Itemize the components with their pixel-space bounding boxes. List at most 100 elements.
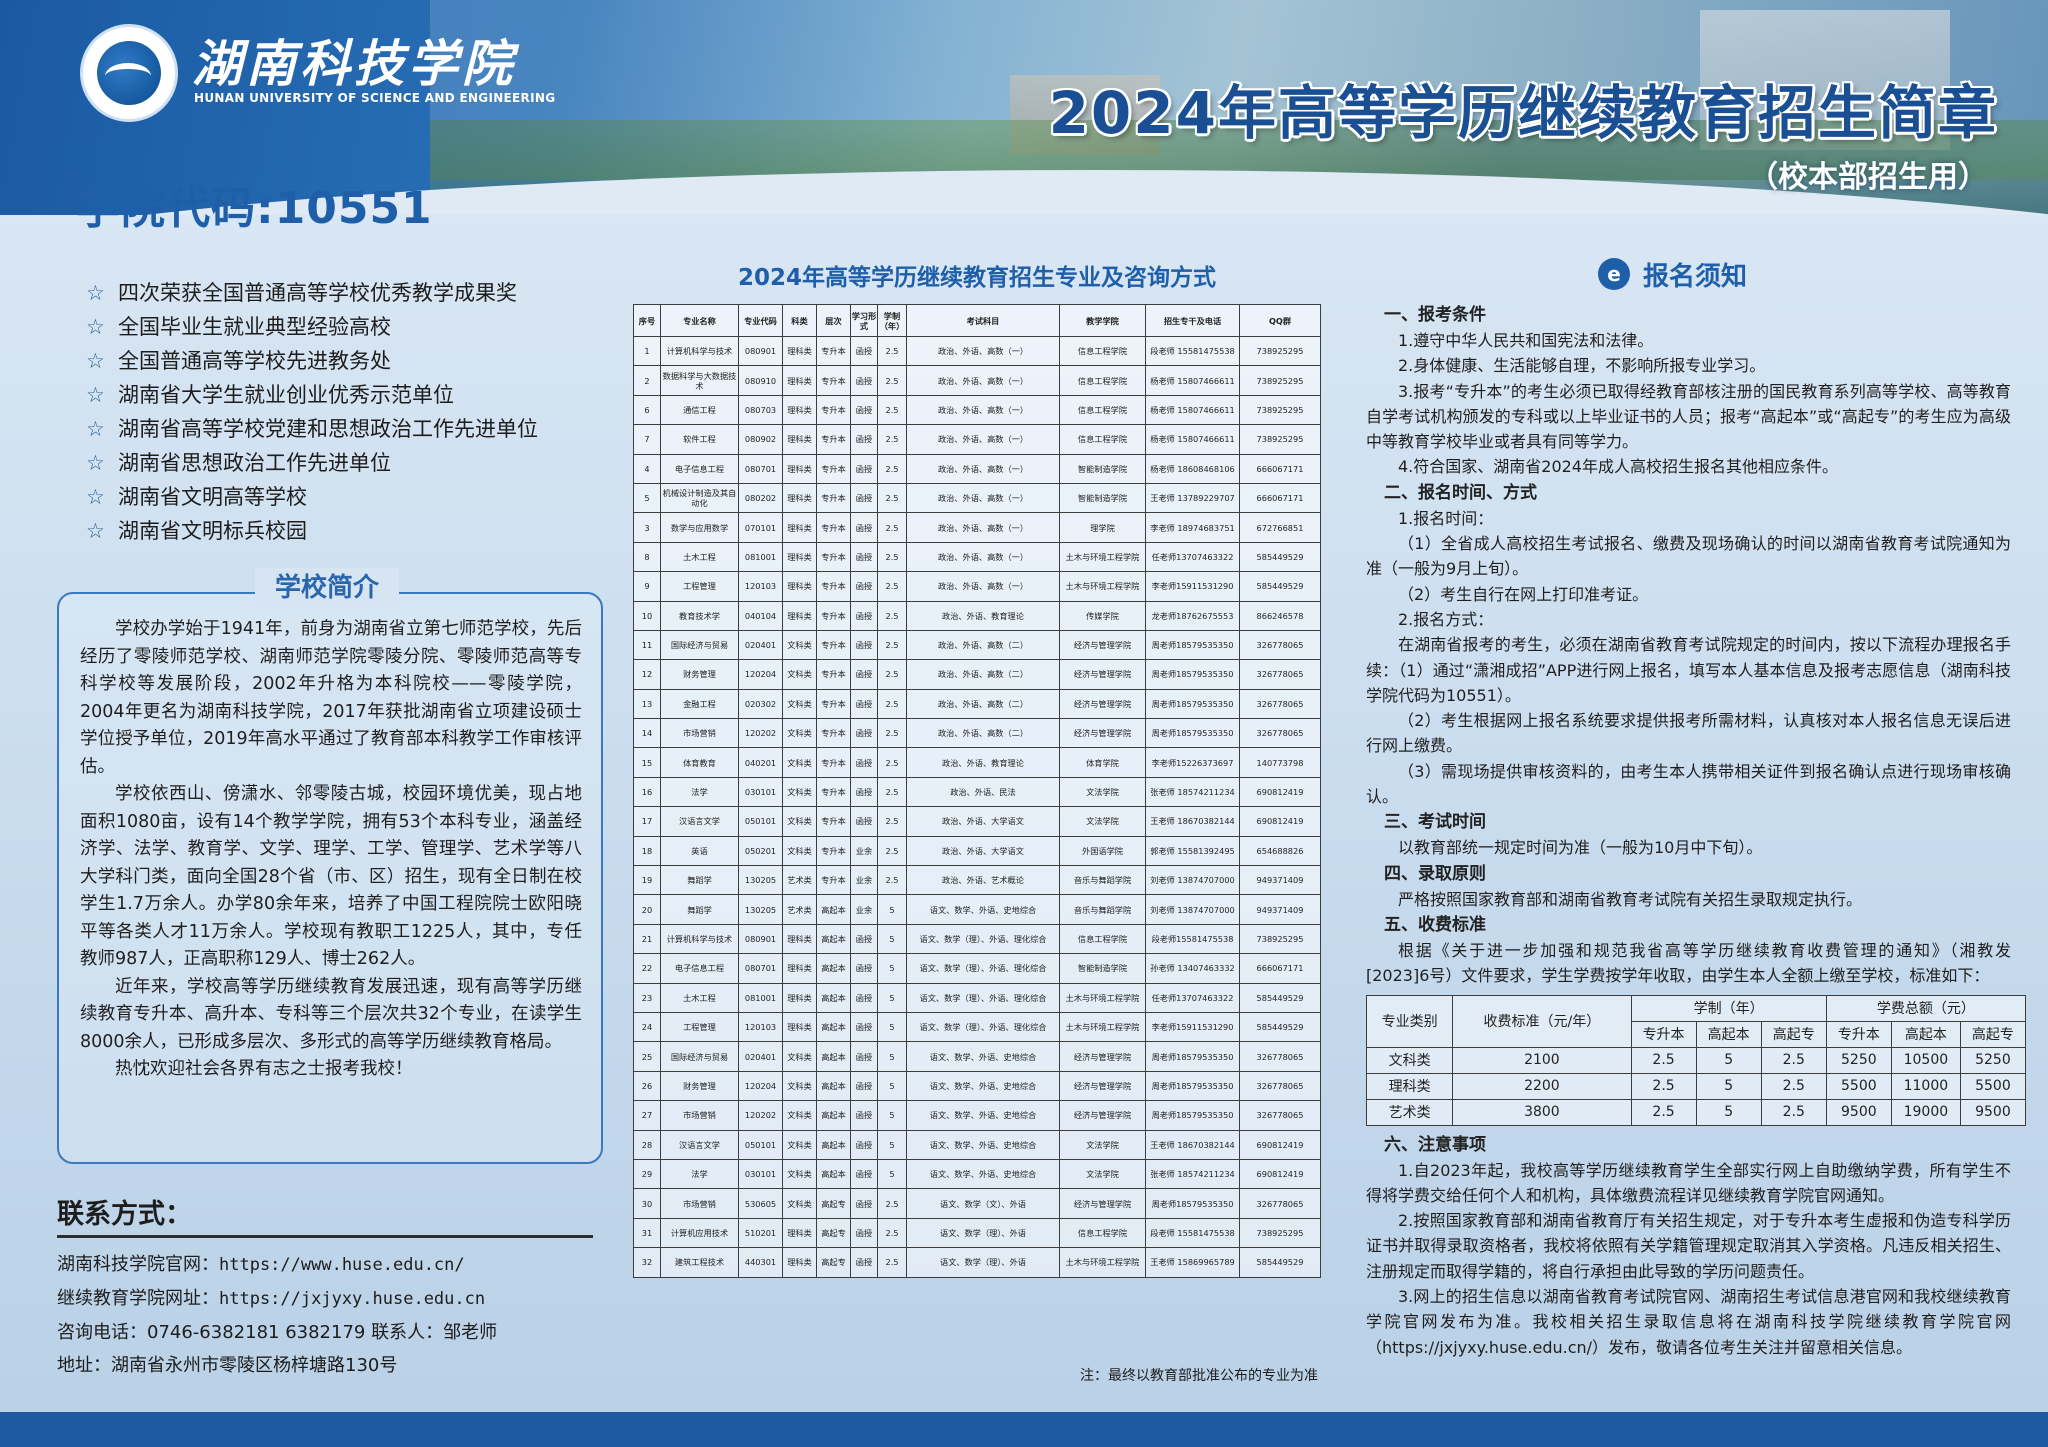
- e-icon: e: [1598, 258, 1630, 290]
- table-cell: 949371409: [1239, 894, 1321, 925]
- table-cell: 2.5: [877, 806, 907, 837]
- table-cell: 业余: [850, 865, 878, 896]
- table-row: 16 法学 030101 文科类 专升本 函授 2.5 政治、外语、民法 文法学院 张老师 185…: [633, 776, 1321, 808]
- table-cell: 函授: [850, 1217, 878, 1249]
- table-cell: 张老师 18574211234: [1145, 1158, 1240, 1190]
- table-cell: 文科类: [782, 629, 817, 661]
- fee-cell: 2.5: [1630, 1098, 1697, 1126]
- table-cell: 理科类: [782, 600, 817, 631]
- table-cell: 585449529: [1239, 541, 1321, 573]
- table-cell: 李老师15911531290: [1145, 571, 1240, 602]
- table-cell: 130205: [738, 865, 783, 896]
- table-cell: 函授: [850, 571, 878, 602]
- table-cell: 2.5: [877, 365, 907, 396]
- table-cell: 326778065: [1239, 1100, 1321, 1131]
- intro-paragraph: 近年来，学校高等学历继续教育发展迅速，现有高等学历继续教育专升本、高升本、专科等…: [80, 976, 582, 1052]
- contact-website: 湖南科技学院官网：https://www.huse.edu.cn/: [57, 1254, 465, 1275]
- table-cell: 专升本: [816, 835, 851, 867]
- table-cell: 9: [633, 571, 661, 602]
- table-cell: 050201: [738, 835, 783, 867]
- table-cell: 2.5: [877, 424, 907, 455]
- fee-cell: 5: [1695, 1046, 1762, 1074]
- table-cell: 体育教育: [660, 747, 739, 778]
- section-heading: 五、收费标准: [1384, 914, 1486, 935]
- table-cell: 738925295: [1239, 335, 1321, 367]
- table-cell: 高起本: [816, 1158, 851, 1190]
- table-cell: 汉语言文学: [660, 1129, 739, 1160]
- table-cell: 高起本: [816, 1011, 851, 1043]
- table-note: 注：最终以教育部批准公布的专业为准: [1080, 1368, 1318, 1384]
- fee-row: 艺术类 3800 2.5 5 2.5 9500 19000 9500: [1365, 1098, 2027, 1126]
- table-cell: 业余: [850, 835, 878, 867]
- notice-section: 一、报考条件 1.遵守中华人民共和国宪法和法律。 2.身体健康、生活能够自理，不…: [1365, 302, 2027, 1360]
- website-link[interactable]: https://www.huse.edu.cn/: [219, 1255, 465, 1275]
- table-cell: 音乐与舞蹈学院: [1059, 894, 1146, 925]
- table-cell: 杨老师 18608468106: [1145, 453, 1240, 484]
- table-cell: 经济与管理学院: [1059, 1188, 1146, 1219]
- table-cell: 函授: [850, 1247, 878, 1278]
- table-cell: 文法学院: [1059, 806, 1146, 837]
- table-cell: 经济与管理学院: [1059, 1100, 1146, 1131]
- honor-item: ☆ 全国毕业生就业典型经验高校: [86, 310, 538, 344]
- table-cell: 语文、数学（理）、外语、理化综合: [906, 1011, 1060, 1043]
- fee-row: 理科类 2200 2.5 5 2.5 5500 11000 5500: [1365, 1072, 2027, 1100]
- table-cell: 文科类: [782, 776, 817, 808]
- table-cell: 理科类: [782, 365, 817, 396]
- table-cell: 函授: [850, 1100, 878, 1131]
- table-cell: 040104: [738, 600, 783, 631]
- fee-row: 文科类 2100 2.5 5 2.5 5250 10500 5250: [1365, 1046, 2027, 1074]
- table-cell: 120202: [738, 1100, 783, 1131]
- table-cell: 高起本: [816, 953, 851, 984]
- table-cell: 文科类: [782, 747, 817, 778]
- table-cell: 文科类: [782, 718, 817, 749]
- table-cell: 866246578: [1239, 600, 1321, 631]
- table-cell: 函授: [850, 718, 878, 749]
- table-cell: 理科类: [782, 1247, 817, 1278]
- table-cell: 高起本: [816, 894, 851, 925]
- table-cell: 5: [877, 1041, 907, 1072]
- table-cell: 函授: [850, 1158, 878, 1190]
- table-row: 29 法学 030101 文科类 高起本 函授 5 语文、数学、外语、史地综合 文法学院 张老师 …: [633, 1158, 1321, 1190]
- fee-cell: 5: [1695, 1098, 1762, 1126]
- fee-cell: 5: [1695, 1072, 1762, 1100]
- table-row: 28 汉语言文学 050101 文科类 高起本 函授 5 语文、数学、外语、史地综合 文法学院王…: [633, 1129, 1321, 1160]
- table-cell: 30: [633, 1188, 661, 1219]
- table-row: 5 机械设计制造及其自动化 080202 理科类 专升本 函授 2.5 政治、外语、高数（一）…: [633, 482, 1321, 514]
- fee-cell: 2.5: [1760, 1072, 1827, 1100]
- table-cell: 020401: [738, 629, 783, 661]
- intro-paragraph: 学校办学始于1941年，前身为湖南省立第七师范学校，先后经历了零陵师范学校、湖南…: [80, 619, 582, 777]
- table-cell: 585449529: [1239, 1247, 1321, 1278]
- table-cell: 672766851: [1239, 512, 1321, 543]
- table-cell: 函授: [850, 747, 878, 778]
- table-cell: 函授: [850, 394, 878, 426]
- table-cell: 任老师13707463322: [1145, 541, 1240, 573]
- table-cell: 政治、外语、高数（二）: [906, 629, 1060, 661]
- table-cell: 艺术类: [782, 894, 817, 925]
- table-cell: 2.5: [877, 1188, 907, 1219]
- table-cell: 120103: [738, 571, 783, 602]
- table-cell: 经济与管理学院: [1059, 1070, 1146, 1102]
- table-cell: 郭老师 15581392495: [1145, 835, 1240, 867]
- table-cell: 语文、数学、外语、史地综合: [906, 1041, 1060, 1072]
- table-cell: 081001: [738, 982, 783, 1013]
- table-cell: 体育学院: [1059, 747, 1146, 778]
- table-cell: 326778065: [1239, 718, 1321, 749]
- table-cell: 政治、外语、高数（一）: [906, 394, 1060, 426]
- table-cell: 080901: [738, 923, 783, 955]
- fee-cell: 2100: [1452, 1046, 1632, 1074]
- table-cell: 5: [877, 1100, 907, 1131]
- table-cell: 智能制造学院: [1059, 953, 1146, 984]
- fee-cell: 2.5: [1760, 1098, 1827, 1126]
- table-cell: 李老师 18974683751: [1145, 512, 1240, 543]
- table-cell: 高起本: [816, 923, 851, 955]
- table-row: 31 计算机应用技术 510201 理科类 高起专 函授 2.5 语文、数学（理）、外语 信息工…: [633, 1217, 1321, 1249]
- ce-website-link[interactable]: https://jxjyxy.huse.edu.cn: [219, 1289, 485, 1309]
- table-cell: 738925295: [1239, 394, 1321, 426]
- table-cell: 龙老师18762675553: [1145, 600, 1240, 631]
- table-cell: 326778065: [1239, 1041, 1321, 1072]
- table-cell: 专升本: [816, 865, 851, 896]
- table-cell: 文科类: [782, 1158, 817, 1190]
- table-cell: 2.5: [877, 718, 907, 749]
- table-cell: 专升本: [816, 482, 851, 514]
- table-cell: 8: [633, 541, 661, 573]
